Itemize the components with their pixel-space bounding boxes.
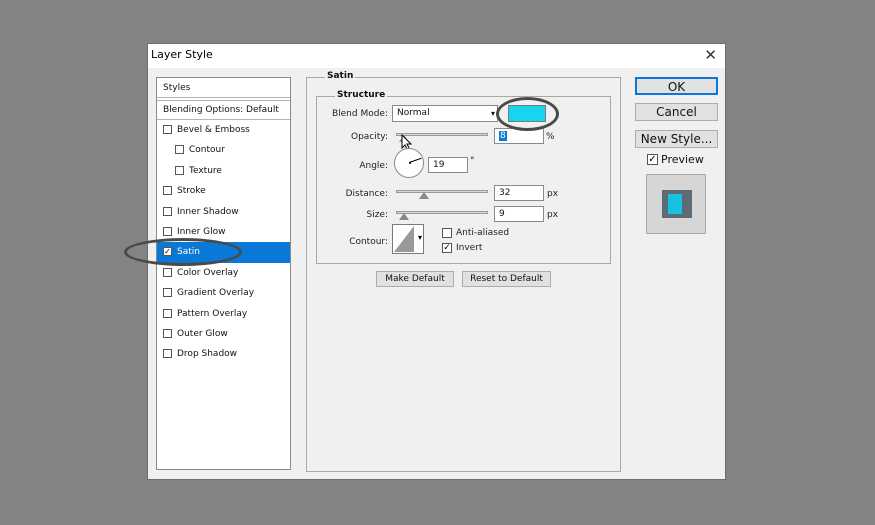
style-item-label: Stroke [177,186,206,197]
cancel-button[interactable]: Cancel [635,103,718,121]
style-checkbox[interactable] [175,145,184,155]
opacity-label: Opacity: [351,132,388,142]
style-item-label: Bevel & Emboss [177,125,250,135]
style-item-label: Outer Glow [177,328,228,339]
distance-label: Distance: [345,189,388,199]
style-item-stroke[interactable]: Stroke [157,181,290,201]
preview-thumbnail [646,174,706,234]
style-item-pattern-overlay[interactable]: Pattern Overlay [157,304,290,324]
contour-curve-icon [394,226,414,252]
structure-group-title: Structure [335,90,388,100]
size-slider-track[interactable] [396,211,488,214]
style-checkbox[interactable] [163,226,172,236]
size-value: 9 [499,209,505,219]
distance-value: 32 [499,188,511,198]
style-item-label: Inner Shadow [177,206,239,217]
distance-input[interactable]: 32 [494,185,544,201]
size-slider-thumb[interactable] [399,213,409,220]
styles-list: Styles Blending Options: Default Bevel &… [156,77,291,470]
style-item-bevel-emboss[interactable]: Bevel & Emboss [157,120,290,140]
contour-picker[interactable]: ▾ [392,224,424,254]
style-checkbox[interactable] [163,125,172,134]
close-icon[interactable]: ✕ [704,46,717,64]
highlight-ellipse [124,238,242,266]
style-item-texture[interactable]: Texture [157,161,290,181]
styles-header[interactable]: Styles [157,78,290,98]
preview-shape [662,190,692,218]
angle-unit: ° [470,156,475,166]
layer-style-dialog: Layer Style ✕ Styles Blending Options: D… [147,43,726,480]
satin-group-title: Satin [325,71,356,81]
style-item-label: Pattern Overlay [177,308,248,319]
preview-checkbox[interactable]: ✓ [647,154,658,165]
style-item-label: Gradient Overlay [177,288,255,299]
title-bar: Layer Style ✕ [148,44,725,68]
style-item-label: Texture [189,165,222,176]
style-item-label: Drop Shadow [177,349,238,360]
blending-options-item[interactable]: Blending Options: Default [157,100,290,120]
dialog-title: Layer Style [151,48,213,61]
highlight-ellipse [496,97,559,131]
style-item-label: Contour [189,145,225,156]
invert-checkbox[interactable]: ✓ [442,243,452,253]
preview-satin-fill [668,194,682,214]
check-icon: ✓ [648,154,657,165]
new-style-button[interactable]: New Style... [635,130,718,148]
style-item-gradient-overlay[interactable]: Gradient Overlay [157,283,290,303]
style-checkbox[interactable] [163,328,172,338]
size-unit: px [547,210,559,220]
distance-unit: px [547,189,559,199]
opacity-value: 8 [499,131,507,141]
blend-mode-select[interactable]: Normal ▾ [392,105,498,122]
style-item-outer-glow[interactable]: Outer Glow [157,324,290,344]
style-checkbox[interactable] [163,308,172,318]
opacity-unit: % [546,132,555,142]
angle-label: Angle: [359,161,388,171]
style-checkbox[interactable] [163,288,172,298]
style-item-drop-shadow[interactable]: Drop Shadow [157,344,290,364]
style-checkbox[interactable] [163,349,172,359]
size-label: Size: [366,210,388,220]
style-item-contour[interactable]: Contour [157,140,290,160]
blend-mode-value: Normal [397,108,430,118]
distance-slider-thumb[interactable] [419,192,429,199]
invert-label: Invert [456,243,483,253]
check-icon: ✓ [443,243,451,253]
distance-slider-track[interactable] [396,190,488,193]
anti-aliased-checkbox[interactable] [442,228,452,238]
angle-input[interactable]: 19 [428,157,468,173]
size-input[interactable]: 9 [494,206,544,222]
style-checkbox[interactable] [163,267,172,277]
blend-mode-label: Blend Mode: [331,109,388,119]
contour-label: Contour: [349,237,388,247]
angle-dial-needle [409,157,422,163]
style-checkbox[interactable] [163,206,172,216]
chevron-down-icon: ▾ [490,109,495,118]
style-item-inner-shadow[interactable]: Inner Shadow [157,202,290,222]
ok-button[interactable]: OK [635,77,718,95]
anti-aliased-label: Anti-aliased [456,228,510,238]
make-default-button[interactable]: Make Default [376,271,454,287]
style-checkbox[interactable] [163,186,172,196]
preview-label: Preview [661,153,704,166]
style-checkbox[interactable] [175,165,184,175]
reset-to-default-button[interactable]: Reset to Default [462,271,551,287]
angle-dial[interactable] [394,148,424,178]
chevron-down-icon: ▾ [417,233,422,242]
angle-value: 19 [433,160,445,170]
